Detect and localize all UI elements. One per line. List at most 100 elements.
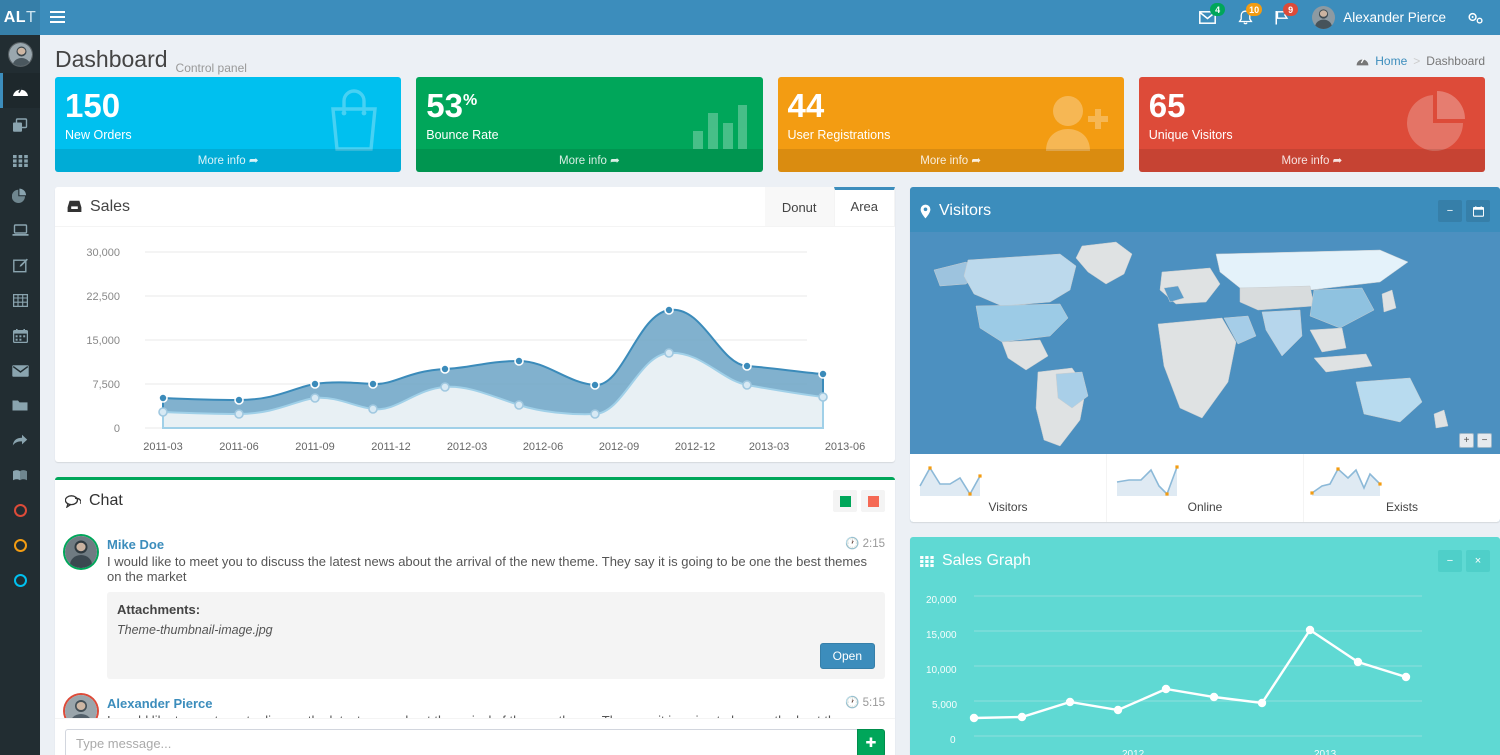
small-box-label: User Registrations <box>787 128 891 142</box>
sidebar-item-tables[interactable] <box>0 283 40 318</box>
chat-message-input[interactable] <box>65 729 857 755</box>
chat-author-link[interactable]: Alexander Pierce <box>107 696 213 711</box>
small-box-more-info-link[interactable]: More info ➦ <box>55 149 402 172</box>
sales-graph-box: Sales Graph − × 20,000 15,000 10,000 5,0… <box>910 537 1500 755</box>
arrow-circle-right-icon: ➦ <box>971 155 982 167</box>
attachment-open-button[interactable]: Open <box>819 643 875 669</box>
visitors-box-title: Visitors <box>920 202 991 220</box>
envelope-icon <box>11 364 29 377</box>
plus-icon: ✚ <box>865 735 877 750</box>
sidebar-item-layout[interactable] <box>0 108 40 143</box>
sidebar-toggle-button[interactable] <box>40 0 74 35</box>
sparkline-label: Visitors <box>988 500 1028 514</box>
sparkline-label: Online <box>1187 500 1223 514</box>
tasks-menu[interactable]: 9 <box>1264 0 1300 35</box>
x-tick-label: 2012 <box>1122 749 1145 755</box>
gears-icon <box>1467 12 1483 24</box>
sales-graph-tools: − × <box>1438 550 1490 572</box>
sidebar-item-examples[interactable] <box>0 388 40 423</box>
app-logo[interactable]: AL T <box>0 0 40 35</box>
sales-box-title: Sales <box>55 188 142 226</box>
chat-time-value: 5:15 <box>862 697 885 709</box>
chat-message-text: I would like to meet you to discuss the … <box>107 713 885 718</box>
y-tick-label: 10,000 <box>926 665 957 676</box>
small-box-more-info-link[interactable]: More info ➦ <box>777 149 1124 172</box>
sales-title-label: Sales <box>90 197 131 215</box>
chat-title-label: Chat <box>89 492 123 509</box>
world-map[interactable]: + − <box>910 232 1500 454</box>
sidebar-item-label-yellow[interactable] <box>0 528 40 563</box>
sidebar-item-widgets[interactable] <box>0 143 40 178</box>
chat-timestamp: 🕐 2:15 <box>845 538 885 550</box>
small-box-bounce-rate: 53% Bounce Rate More info ➦ <box>416 77 763 172</box>
y-tick-label: 15,000 <box>86 335 120 347</box>
hamburger-icon <box>49 11 65 23</box>
y-tick-label: 0 <box>113 423 120 435</box>
sidebar-item-documentation[interactable] <box>0 458 40 493</box>
sidebar-item-forms[interactable] <box>0 248 40 283</box>
laptop-icon <box>11 224 29 236</box>
chat-status-red-button[interactable] <box>861 490 885 512</box>
user-account-menu[interactable]: Alexander Pierce <box>1300 0 1458 35</box>
breadcrumb-current: Dashboard <box>1426 54 1485 68</box>
x-tick-label: 2013-03 <box>748 441 790 453</box>
more-info-label: More info <box>558 155 607 167</box>
sales-graph-collapse-button[interactable]: − <box>1438 550 1462 572</box>
control-sidebar-toggle[interactable] <box>1458 0 1492 35</box>
sidebar-item-multilevel[interactable] <box>0 423 40 458</box>
square-green-icon <box>839 495 851 507</box>
attachment-actions: Open <box>117 643 875 669</box>
chat-box-title: Chat <box>65 492 123 510</box>
logo-text-light: T <box>26 8 37 26</box>
messages-menu[interactable]: 4 <box>1188 0 1227 35</box>
small-box-label: New Orders <box>65 128 132 142</box>
notifications-badge: 10 <box>1246 3 1263 16</box>
x-tick-label: 2012-06 <box>522 441 564 453</box>
share-icon <box>12 434 28 446</box>
sidebar-item-label-red[interactable] <box>0 493 40 528</box>
arrow-circle-right-icon: ➦ <box>610 155 620 167</box>
x-tick-label: 2011-06 <box>219 441 259 453</box>
chat-author-link[interactable]: Mike Doe <box>107 537 164 552</box>
sidebar-user-panel[interactable] <box>0 35 40 73</box>
y-tick-label: 22,500 <box>86 291 120 303</box>
map-zoom-in-button[interactable]: + <box>1459 433 1474 448</box>
visitors-box-tools: − <box>1438 200 1490 222</box>
sidebar-item-dashboard[interactable] <box>0 73 40 108</box>
notifications-menu[interactable]: 10 <box>1227 0 1264 35</box>
sales-tab-header: Sales Donut Area <box>55 187 895 227</box>
visitors-calendar-button[interactable] <box>1466 200 1490 222</box>
th-icon <box>12 154 28 167</box>
th-icon <box>920 555 934 567</box>
page-title: Dashboard <box>55 46 168 72</box>
sidebar-item-charts[interactable] <box>0 178 40 213</box>
y-tick-label: 20,000 <box>926 595 957 606</box>
avatar <box>65 695 97 718</box>
folder-icon <box>12 400 28 411</box>
small-box-value: 150 <box>65 87 121 124</box>
small-box-suffix: % <box>462 92 478 109</box>
y-tick-label: 15,000 <box>926 630 957 641</box>
sidebar-item-mailbox[interactable] <box>0 353 40 388</box>
visitors-box: Visitors − + − Visitors Online Exists <box>910 187 1500 522</box>
sales-graph-chart: 20,000 15,000 10,000 5,000 0 2012 2013 <box>910 582 1500 755</box>
tab-donut[interactable]: Donut <box>764 187 834 226</box>
chat-send-button[interactable]: ✚ <box>857 729 885 755</box>
small-box-more-info-link[interactable]: More info ➦ <box>416 149 763 172</box>
inbox-icon <box>67 200 82 212</box>
sidebar-item-ui-elements[interactable] <box>0 213 40 248</box>
visitors-collapse-button[interactable]: − <box>1438 200 1462 222</box>
small-box-more-info-link[interactable]: More info ➦ <box>1138 149 1485 172</box>
x-tick-label: 2012-09 <box>598 441 640 453</box>
content-wrapper: Dashboard Control panel Home > Dashboard… <box>40 35 1500 755</box>
map-zoom-out-button[interactable]: − <box>1477 433 1492 448</box>
sidebar-item-label-aqua[interactable] <box>0 563 40 598</box>
tab-area[interactable]: Area <box>833 187 895 226</box>
breadcrumb-home-link[interactable]: Home <box>1375 54 1407 68</box>
main-row: Sales Donut Area 30,000 22,500 15,000 7,… <box>40 172 1500 755</box>
sidebar-item-calendar[interactable] <box>0 318 40 353</box>
page-subtitle: Control panel <box>175 61 247 75</box>
chat-status-green-button[interactable] <box>833 490 857 512</box>
sales-graph-close-button[interactable]: × <box>1466 550 1490 572</box>
arrow-circle-right-icon: ➦ <box>248 155 259 167</box>
